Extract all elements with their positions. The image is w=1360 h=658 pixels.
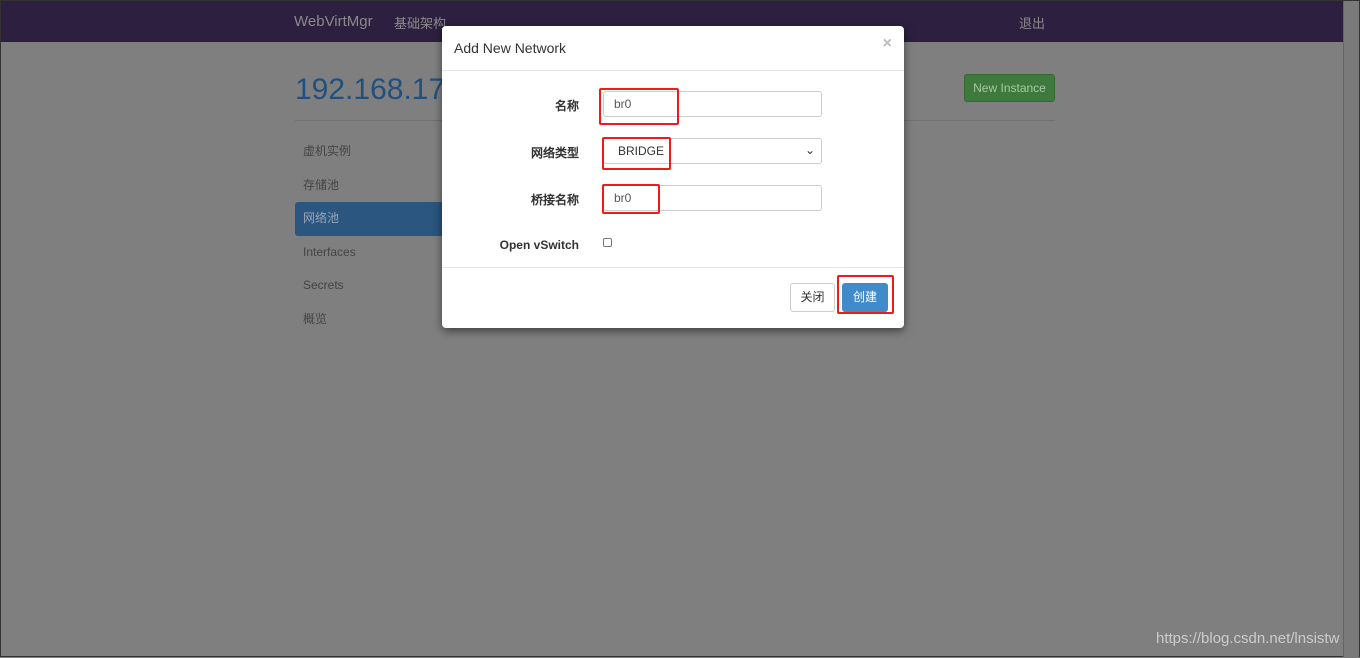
nav-infrastructure[interactable]: 基础架构 bbox=[394, 13, 446, 32]
close-button[interactable]: 关闭 bbox=[790, 283, 835, 312]
brand-link[interactable]: WebVirtMgr bbox=[294, 13, 373, 30]
highlight-box bbox=[599, 88, 679, 125]
name-label: 名称 bbox=[554, 99, 579, 113]
logout-link[interactable]: 退出 bbox=[1019, 13, 1045, 32]
sidebar-item-overview[interactable]: 概览 bbox=[295, 303, 445, 337]
sidebar-item-secrets[interactable]: Secrets bbox=[295, 269, 445, 303]
highlight-box bbox=[837, 275, 894, 314]
ovs-label: Open vSwitch bbox=[499, 238, 579, 252]
new-instance-button[interactable]: New Instance bbox=[964, 74, 1055, 102]
chevron-down-icon: ⌄ bbox=[804, 143, 815, 157]
modal-title: Add New Network bbox=[442, 26, 904, 71]
add-network-modal: Add New Network × 名称 br0 网络类型 BRIDGE ⌄ 桥接… bbox=[442, 26, 904, 328]
modal-footer-divider bbox=[442, 267, 904, 268]
highlight-box bbox=[602, 184, 660, 214]
ovs-checkbox[interactable] bbox=[603, 238, 612, 247]
bridge-name-label: 桥接名称 bbox=[530, 193, 579, 207]
network-type-label: 网络类型 bbox=[530, 146, 579, 160]
sidebar: 虚机实例 存储池 网络池 Interfaces Secrets 概览 bbox=[295, 135, 445, 336]
page-title: 192.168.179 bbox=[295, 73, 462, 106]
sidebar-item-interfaces[interactable]: Interfaces bbox=[295, 236, 445, 270]
watermark: https://blog.csdn.net/lnsistw bbox=[1156, 630, 1340, 647]
sidebar-item-storage[interactable]: 存储池 bbox=[295, 169, 445, 203]
highlight-box bbox=[602, 137, 671, 170]
sidebar-item-networks[interactable]: 网络池 bbox=[295, 202, 445, 236]
sidebar-item-instances[interactable]: 虚机实例 bbox=[295, 135, 445, 169]
scrollbar[interactable] bbox=[1343, 1, 1359, 658]
close-icon[interactable]: × bbox=[883, 35, 892, 53]
